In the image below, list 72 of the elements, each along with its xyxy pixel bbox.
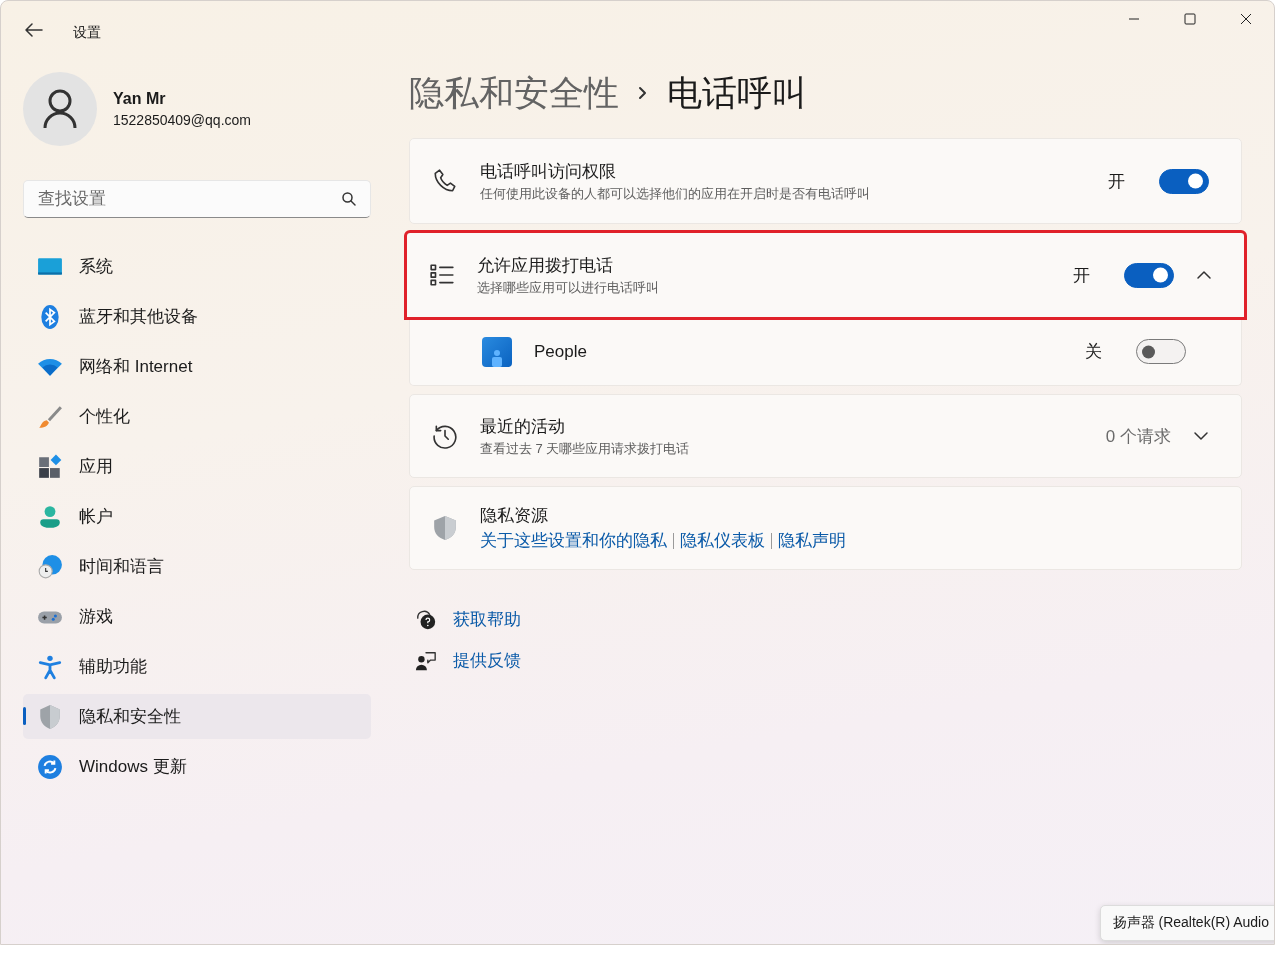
sidebar-label: 时间和语言 <box>79 556 164 578</box>
help-icon <box>415 608 437 631</box>
sidebar-label: 个性化 <box>79 406 130 428</box>
sidebar-item[interactable]: 辅助功能 <box>23 644 371 689</box>
setting-card[interactable]: 最近的活动 查看过去 7 天哪些应用请求拨打电话 0 个请求 <box>409 394 1242 478</box>
privacy-link[interactable]: 关于这些设置和你的隐私 <box>480 529 667 552</box>
phone-icon <box>432 168 458 194</box>
sidebar-label: 应用 <box>79 456 113 478</box>
privacy-link[interactable]: 隐私仪表板 <box>680 529 765 552</box>
toggle-state-label: 开 <box>1108 170 1125 193</box>
search-icon[interactable] <box>341 191 357 207</box>
chevron-right-icon <box>637 85 649 101</box>
page-title: 电话呼叫 <box>667 71 807 114</box>
help-link[interactable]: 获取帮助 <box>453 608 521 631</box>
sidebar-item[interactable]: 隐私和安全性 <box>23 694 371 739</box>
sidebar-item[interactable]: Windows 更新 <box>23 744 371 789</box>
privacy-link[interactable]: 隐私声明 <box>778 529 846 552</box>
maximize-icon <box>1184 13 1196 25</box>
user-name: Yan Mr <box>113 90 167 108</box>
sidebar-item[interactable]: 系统 <box>23 244 371 289</box>
user-email: 1522850409@qq.com <box>113 112 251 128</box>
sidebar-label: 游戏 <box>79 606 113 628</box>
highlighted-setting-card[interactable]: 允许应用拨打电话 选择哪些应用可以进行电话呼叫 开 <box>406 232 1245 318</box>
selection-indicator <box>23 707 26 725</box>
setting-description: 任何使用此设备的人都可以选择他们的应用在开启时是否有电话呼叫 <box>480 184 871 203</box>
setting-title: 隐私资源 <box>480 505 549 527</box>
sidebar-item[interactable]: 网络和 Internet <box>23 344 371 389</box>
app-name: People <box>534 341 588 362</box>
person-icon <box>37 503 63 530</box>
sidebar-label: 隐私和安全性 <box>79 706 181 728</box>
toggle-state-label: 关 <box>1085 341 1102 363</box>
toggle-state-label: 开 <box>1073 264 1090 287</box>
setting-description: 查看过去 7 天哪些应用请求拨打电话 <box>480 439 691 458</box>
list-icon <box>429 262 455 288</box>
toggle-switch[interactable] <box>1136 339 1186 364</box>
setting-title: 允许应用拨打电话 <box>477 254 614 277</box>
refresh-icon <box>37 753 63 780</box>
person-icon <box>42 89 78 129</box>
history-icon <box>432 423 458 449</box>
sidebar-item[interactable]: 个性化 <box>23 394 371 439</box>
sidebar-item[interactable]: 时间和语言 <box>23 544 371 589</box>
sidebar-label: 蓝牙和其他设备 <box>79 306 198 328</box>
sidebar-item[interactable]: 游戏 <box>23 594 371 639</box>
request-count: 0 个请求 <box>1105 425 1171 448</box>
back-arrow-icon <box>25 23 43 37</box>
breadcrumb-link[interactable]: 隐私和安全性 <box>409 69 619 117</box>
sidebar-label: 系统 <box>79 256 113 278</box>
people-app-icon <box>482 336 512 367</box>
help-link[interactable]: 提供反馈 <box>453 649 521 672</box>
setting-title: 最近的活动 <box>480 415 566 438</box>
window-title: 设置 <box>73 24 101 42</box>
sidebar-label: 帐户 <box>79 506 113 528</box>
toggle-switch[interactable] <box>1159 168 1209 194</box>
shield-icon <box>432 515 458 541</box>
close-icon <box>1240 13 1252 25</box>
sidebar-item[interactable]: 蓝牙和其他设备 <box>23 294 371 339</box>
apps-icon <box>37 453 63 480</box>
globe-clock-icon <box>37 553 63 580</box>
brush-icon <box>37 403 63 430</box>
search-field[interactable]: 查找设置 <box>23 180 371 218</box>
accessibility-icon <box>37 653 63 680</box>
sidebar-item[interactable]: 应用 <box>23 444 371 489</box>
shield-icon <box>37 703 63 730</box>
feedback-icon <box>415 649 437 672</box>
sidebar-label: Windows 更新 <box>79 756 187 778</box>
tooltip: 扬声器 (Realtek(R) Audio <box>1099 905 1274 941</box>
sidebar-label: 辅助功能 <box>79 656 147 678</box>
sidebar-item[interactable]: 帐户 <box>23 494 371 539</box>
sidebar-label: 网络和 Internet <box>79 356 193 378</box>
toggle-switch[interactable] <box>1124 262 1174 288</box>
setting-description: 选择哪些应用可以进行电话呼叫 <box>477 278 660 297</box>
setting-title: 电话呼叫访问权限 <box>480 160 617 183</box>
